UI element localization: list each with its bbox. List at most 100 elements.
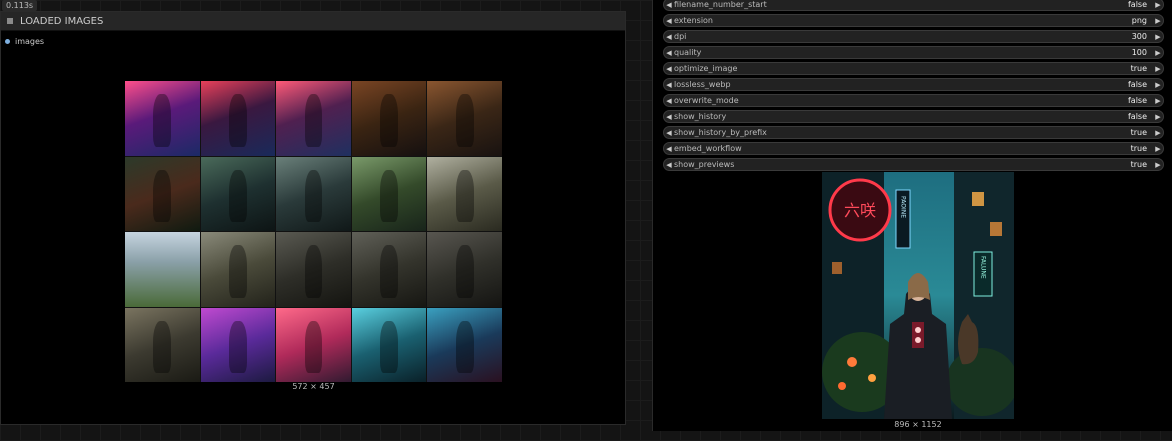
increment-arrow-icon[interactable]: ▶ bbox=[1153, 49, 1163, 57]
execution-time-badge: 0.113s bbox=[2, 0, 38, 11]
decrement-arrow-icon[interactable]: ◀ bbox=[664, 161, 674, 169]
widget-value[interactable]: true bbox=[1131, 128, 1147, 137]
decrement-arrow-icon[interactable]: ◀ bbox=[664, 1, 674, 9]
widget-value[interactable]: true bbox=[1131, 64, 1147, 73]
widget-quality[interactable]: ◀ quality 100 ▶ bbox=[663, 46, 1164, 59]
thumbnail-forest-creature[interactable] bbox=[351, 156, 427, 231]
thumbnail-figure bbox=[228, 245, 247, 298]
widget-value[interactable]: png bbox=[1132, 16, 1147, 25]
widget-dpi[interactable]: ◀ dpi 300 ▶ bbox=[663, 30, 1164, 43]
increment-arrow-icon[interactable]: ▶ bbox=[1153, 129, 1163, 137]
increment-arrow-icon[interactable]: ▶ bbox=[1153, 65, 1163, 73]
thumbnail-figure bbox=[304, 245, 323, 298]
widget-embed-workflow[interactable]: ◀ embed_workflow true ▶ bbox=[663, 142, 1164, 155]
thumbnail-figure bbox=[228, 169, 247, 223]
increment-arrow-icon[interactable]: ▶ bbox=[1153, 113, 1163, 121]
increment-arrow-icon[interactable]: ▶ bbox=[1153, 1, 1163, 9]
widget-lossless-webp[interactable]: ◀ lossless_webp false ▶ bbox=[663, 78, 1164, 91]
widget-show-history[interactable]: ◀ show_history false ▶ bbox=[663, 110, 1164, 123]
thumbnail-dancer-red-neon[interactable] bbox=[125, 81, 200, 156]
increment-arrow-icon[interactable]: ▶ bbox=[1153, 161, 1163, 169]
thumbnail-mountain-village[interactable] bbox=[125, 232, 200, 307]
widget-overwrite-mode[interactable]: ◀ overwrite_mode false ▶ bbox=[663, 94, 1164, 107]
thumbnail-figure bbox=[304, 169, 323, 223]
thumbnail-redhead-casino[interactable] bbox=[351, 81, 427, 156]
increment-arrow-icon[interactable]: ▶ bbox=[1153, 97, 1163, 105]
increment-arrow-icon[interactable]: ▶ bbox=[1153, 145, 1163, 153]
thumbnail-blonde-sitting-2[interactable] bbox=[351, 232, 427, 307]
decrement-arrow-icon[interactable]: ◀ bbox=[664, 49, 674, 57]
thumbnail-figure bbox=[380, 94, 399, 147]
widget-show-history-by-prefix[interactable]: ◀ show_history_by_prefix true ▶ bbox=[663, 126, 1164, 139]
widget-label: show_history_by_prefix bbox=[674, 128, 767, 137]
thumbnail-figure bbox=[455, 320, 474, 374]
collapse-icon[interactable] bbox=[7, 18, 13, 24]
decrement-arrow-icon[interactable]: ◀ bbox=[664, 113, 674, 121]
thumbnail-redhead-casino-2[interactable] bbox=[427, 81, 502, 156]
thumbnail-figure bbox=[380, 169, 399, 223]
thumbnail-blonde-sitting[interactable] bbox=[276, 232, 351, 307]
thumbnail-neon-red-dress[interactable] bbox=[276, 307, 351, 382]
widget-value[interactable]: 300 bbox=[1132, 32, 1147, 41]
preview-right-sign: FALUNE bbox=[980, 256, 987, 279]
widget-show-previews[interactable]: ◀ show_previews true ▶ bbox=[663, 158, 1164, 171]
widget-label: extension bbox=[674, 16, 713, 25]
widget-value[interactable]: false bbox=[1128, 96, 1147, 105]
thumbnail-figure bbox=[228, 320, 247, 374]
preview-vertical-sign: PAOINE bbox=[900, 196, 907, 218]
thumbnail-figure bbox=[380, 320, 399, 374]
thumbnail-blonde-sitting-3[interactable] bbox=[427, 232, 502, 307]
widget-label: show_previews bbox=[674, 160, 735, 169]
widget-value[interactable]: true bbox=[1131, 160, 1147, 169]
node-body: images 572 × 457 bbox=[1, 31, 625, 424]
widget-value[interactable]: false bbox=[1128, 0, 1147, 9]
thumbnail-dark-forest-woman[interactable] bbox=[200, 156, 276, 231]
save-image-node[interactable]: ◀ filename_number_start false ▶ ◀ extension pn… bbox=[652, 0, 1172, 431]
thumbnail-figure bbox=[304, 320, 323, 374]
widget-label: quality bbox=[674, 48, 702, 57]
output-slot-label: images bbox=[15, 37, 45, 46]
widget-label: show_history bbox=[674, 112, 727, 121]
slot-dot-icon[interactable] bbox=[5, 39, 10, 44]
load-images-node[interactable]: LOADED IMAGES images 572 × 457 bbox=[0, 11, 626, 425]
grid-size-caption: 572 × 457 bbox=[292, 382, 335, 391]
thumbnail-blonde-rubble[interactable] bbox=[125, 307, 200, 382]
increment-arrow-icon[interactable]: ▶ bbox=[1153, 81, 1163, 89]
thumbnail-cyber-hood[interactable] bbox=[427, 307, 502, 382]
image-grid bbox=[125, 81, 502, 382]
widget-label: lossless_webp bbox=[674, 80, 731, 89]
decrement-arrow-icon[interactable]: ◀ bbox=[664, 81, 674, 89]
thumbnail-bicycle-forest[interactable] bbox=[427, 156, 502, 231]
decrement-arrow-icon[interactable]: ◀ bbox=[664, 129, 674, 137]
thumbnail-neon-pink-dress[interactable] bbox=[200, 307, 276, 382]
decrement-arrow-icon[interactable]: ◀ bbox=[664, 97, 674, 105]
widget-value[interactable]: true bbox=[1131, 144, 1147, 153]
thumbnail-cyber-jacket[interactable] bbox=[351, 307, 427, 382]
widget-value[interactable]: false bbox=[1128, 112, 1147, 121]
node-title-bar[interactable]: LOADED IMAGES bbox=[1, 12, 625, 31]
thumbnail-dancer-red-2[interactable] bbox=[200, 81, 276, 156]
widget-filename-number-start[interactable]: ◀ filename_number_start false ▶ bbox=[663, 0, 1164, 11]
widget-optimize-image[interactable]: ◀ optimize_image true ▶ bbox=[663, 62, 1164, 75]
decrement-arrow-icon[interactable]: ◀ bbox=[664, 33, 674, 41]
thumbnail-redhead-dark-dress[interactable] bbox=[125, 156, 200, 231]
widget-extension[interactable]: ◀ extension png ▶ bbox=[663, 14, 1164, 27]
widget-value[interactable]: 100 bbox=[1132, 48, 1147, 57]
increment-arrow-icon[interactable]: ▶ bbox=[1153, 33, 1163, 41]
output-slot-images[interactable]: images bbox=[5, 37, 44, 46]
node-title: LOADED IMAGES bbox=[20, 15, 104, 27]
preview-image[interactable]: 六咲 PAOINE FALUNE bbox=[822, 172, 1014, 419]
widget-label: embed_workflow bbox=[674, 144, 742, 153]
thumbnail-figure bbox=[228, 94, 247, 147]
thumbnail-dancer-red-3[interactable] bbox=[276, 81, 351, 156]
thumbnail-figure bbox=[455, 245, 474, 298]
decrement-arrow-icon[interactable]: ◀ bbox=[664, 145, 674, 153]
decrement-arrow-icon[interactable]: ◀ bbox=[664, 17, 674, 25]
widget-value[interactable]: false bbox=[1128, 80, 1147, 89]
preview-artwork: 六咲 PAOINE FALUNE bbox=[822, 172, 1014, 419]
widget-label: optimize_image bbox=[674, 64, 738, 73]
increment-arrow-icon[interactable]: ▶ bbox=[1153, 17, 1163, 25]
thumbnail-blonde-soldier[interactable] bbox=[200, 232, 276, 307]
decrement-arrow-icon[interactable]: ◀ bbox=[664, 65, 674, 73]
thumbnail-dark-forest-woman-2[interactable] bbox=[276, 156, 351, 231]
